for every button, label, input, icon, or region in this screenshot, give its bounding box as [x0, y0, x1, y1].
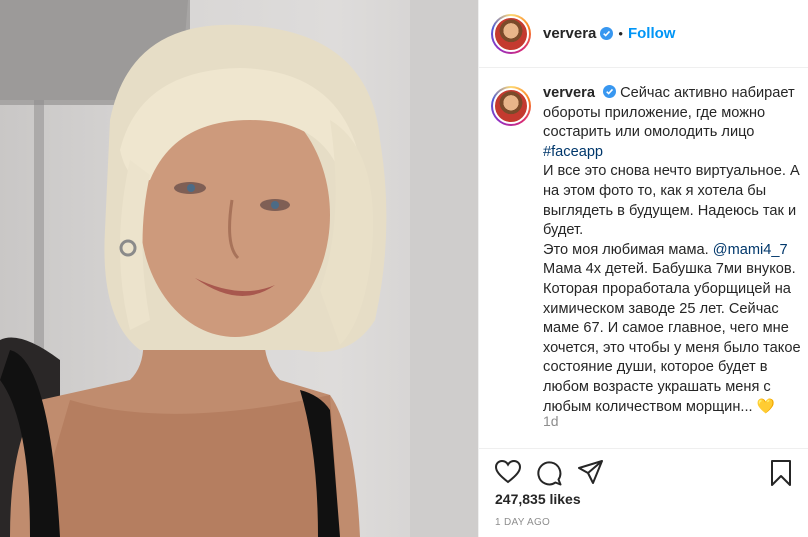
caption-line: на этом фото то, как я хотела бы	[543, 182, 767, 199]
caption-line: Сейчас активно набирает	[620, 85, 795, 101]
header-username[interactable]: ververa	[543, 25, 596, 42]
profile-avatar-icon[interactable]	[491, 13, 531, 54]
instagram-post: ververa • Follow ververa Сейчас активно …	[0, 0, 808, 537]
caption-line: будет.	[543, 222, 584, 239]
caption-line: любом возрасте украшать меня с	[543, 378, 771, 395]
comment-icon[interactable]	[536, 460, 562, 486]
caption-line: состояние души, которое будет в	[543, 359, 768, 376]
yellow-heart-emoji: 💛	[756, 398, 775, 415]
post-header: ververa • Follow	[479, 0, 808, 68]
caption-line: Мама 4х детей. Бабушка 7ми внуков.	[543, 261, 796, 278]
caption-line: И все это снова нечто виртуальное. А	[543, 163, 800, 180]
post-date[interactable]: 1 DAY AGO	[495, 517, 550, 528]
share-icon[interactable]	[578, 460, 604, 484]
verified-badge-icon	[603, 85, 617, 98]
post-photo[interactable]	[0, 0, 478, 537]
header-separator: •	[618, 26, 623, 41]
verified-badge-icon	[600, 27, 614, 40]
caption-line: хочется, это чтобы у меня было такое	[543, 339, 801, 356]
portrait-image	[0, 0, 478, 537]
action-bar	[495, 460, 795, 486]
caption-avatar-icon[interactable]	[491, 86, 531, 126]
heart-icon[interactable]	[495, 460, 521, 484]
caption-username[interactable]: ververa	[543, 85, 595, 101]
follow-button[interactable]: Follow	[628, 25, 676, 42]
post-details-panel: ververa • Follow ververa Сейчас активно …	[478, 0, 808, 537]
caption: ververa Сейчас активно набирает обороты …	[491, 84, 803, 417]
bookmark-icon[interactable]	[770, 460, 792, 486]
caption-line: обороты приложение, где можно	[543, 104, 766, 121]
actions-divider	[479, 448, 808, 449]
likes-count[interactable]: 247,835 likes	[495, 491, 581, 507]
caption-line: химическом заводе 25 лет. Сейчас	[543, 300, 779, 317]
caption-time[interactable]: 1d	[543, 413, 559, 429]
caption-line: Это моя любимая мама.	[543, 241, 713, 258]
caption-line: состарить или омолодить лицо	[543, 124, 755, 141]
hashtag-link[interactable]: #faceapp	[543, 144, 603, 160]
caption-line: выглядеть в будущем. Надеюсь так и	[543, 202, 797, 219]
caption-line: любым количеством морщин...	[543, 398, 757, 415]
caption-text: ververa Сейчас активно набирает обороты …	[543, 84, 803, 417]
caption-line: маме 67. И самое главное, чего мне	[543, 320, 789, 337]
caption-line: Которая проработала уборщицей на	[543, 280, 791, 297]
mention-link[interactable]: @mami4_7	[713, 242, 788, 258]
